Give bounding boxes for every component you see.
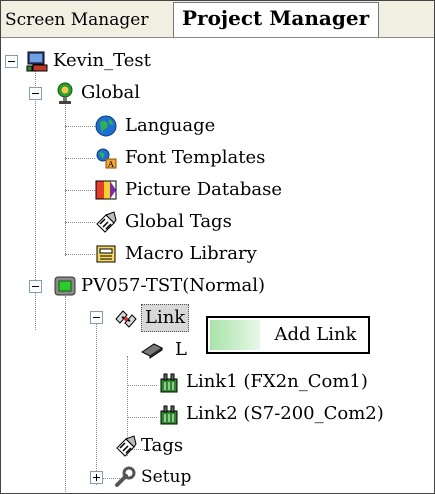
tags-icon — [114, 434, 138, 458]
tree-node-picture-database[interactable]: Picture Database — [1, 177, 301, 203]
context-menu: Add Link — [206, 316, 370, 354]
tree-node-project[interactable]: Kevin_Test — [1, 48, 301, 74]
tree-node-device[interactable]: PV057-TST(Normal) — [1, 273, 301, 299]
setup-icon — [114, 465, 138, 489]
tree-node-language[interactable]: Language — [1, 113, 301, 139]
tree-node-label: Global Tags — [125, 211, 232, 232]
tab-project-manager[interactable]: Project Manager — [173, 2, 379, 37]
picture-database-icon — [94, 178, 118, 202]
tree-node-tags[interactable]: Tags — [1, 433, 301, 459]
tree-node-global[interactable]: Global — [1, 80, 301, 106]
tags-icon — [94, 210, 118, 234]
tree-node-label: Link2 (S7-200_Com2) — [186, 403, 384, 424]
project-tree: Kevin_Test Global Language A Font Templa… — [1, 38, 434, 493]
menu-highlight — [210, 320, 260, 350]
collapse-icon[interactable] — [29, 87, 42, 100]
tree-node-label: Link1 (FX2n_Com1) — [186, 371, 368, 392]
collapse-icon[interactable] — [90, 311, 103, 324]
port-icon — [157, 402, 181, 426]
earth-icon — [94, 114, 118, 138]
collapse-icon[interactable] — [5, 55, 18, 68]
tree-node-macro-library[interactable]: Macro Library — [1, 241, 301, 267]
tree-node-font-templates[interactable]: A Font Templates — [1, 145, 301, 171]
link-icon — [114, 305, 138, 329]
device-icon — [53, 274, 77, 298]
port-icon — [157, 370, 181, 394]
tree-node-global-tags[interactable]: Global Tags — [1, 209, 301, 235]
expand-icon[interactable] — [90, 471, 103, 484]
tree-node-link1[interactable]: Link1 (FX2n_Com1) — [1, 369, 368, 395]
tree-node-label: Setup — [141, 467, 192, 487]
globe-person-icon — [53, 81, 77, 105]
tree-node-label: Macro Library — [125, 243, 257, 264]
project-icon — [25, 49, 49, 73]
tree-node-label: Link — [141, 304, 190, 332]
chip-icon — [140, 338, 164, 362]
tree-node-label: Tags — [141, 435, 184, 456]
project-manager-panel: Screen Manager Project Manager Kevin_Tes… — [0, 0, 435, 494]
macro-library-icon — [94, 242, 118, 266]
tree-node-link2[interactable]: Link2 (S7-200_Com2) — [1, 401, 384, 427]
tree-node-label: Font Templates — [125, 147, 266, 168]
svg-text:A: A — [107, 160, 114, 169]
add-link-menu-item[interactable]: Add Link — [263, 318, 368, 352]
tree-node-label: Language — [125, 115, 216, 136]
tree-node-label: Kevin_Test — [53, 50, 151, 71]
tree-node-label: Global — [81, 82, 140, 103]
collapse-icon[interactable] — [29, 280, 42, 293]
tree-node-label: PV057-TST(Normal) — [81, 275, 266, 296]
font-templates-icon: A — [94, 146, 118, 170]
tab-screen-manager[interactable]: Screen Manager — [2, 5, 176, 36]
tree-node-setup[interactable]: Setup — [1, 464, 301, 490]
tree-node-label: L — [175, 339, 187, 360]
tree-node-label: Picture Database — [125, 179, 283, 200]
tab-bar: Screen Manager Project Manager — [1, 1, 434, 38]
